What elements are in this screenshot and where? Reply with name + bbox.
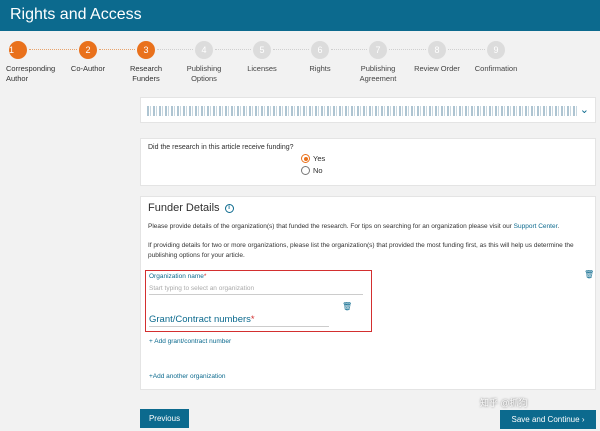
save-and-continue-button[interactable]: Save and Continue › [500,410,596,429]
step-number: 4 [195,41,213,59]
add-grant-link[interactable]: + Add grant/contract number [149,338,231,345]
support-center-link[interactable]: Support Center [514,223,558,230]
radio-no-label: No [313,166,323,175]
grant-numbers-input[interactable] [149,326,329,327]
organization-name-input[interactable] [149,282,363,295]
step-number: 8 [428,41,446,59]
radio-no[interactable]: No [301,166,323,175]
step-number: 3 [137,41,155,59]
step-number: 7 [369,41,387,59]
app-header: Rights and Access [0,0,600,31]
trash-icon-organization[interactable]: 🗑 [584,270,594,279]
multi-org-instructions: If providing details for two or more org… [148,242,574,259]
funding-question-card: Did the research in this article receive… [140,138,596,186]
radio-yes-label: Yes [313,154,326,163]
instructions-text: Please provide details of the organizati… [148,223,514,230]
step-number: 1 [9,41,27,59]
redacted-text [147,106,577,116]
grant-numbers-label-text: Grant/Contract numbers [149,314,251,325]
save-and-continue-label: Save and Continue [511,415,580,424]
progress-stepper: 1 Corresponding Author 2 Co-Author 3 Research… [0,31,600,93]
radio-yes-button[interactable] [301,154,310,163]
info-icon[interactable]: i [224,203,234,213]
trash-icon-grant[interactable]: 🗑 [342,302,352,311]
radio-yes[interactable]: Yes [301,154,325,163]
page-title: Rights and Access [10,6,142,23]
chevron-right-icon: › [581,415,585,424]
org-name-label: Organization name* [149,273,206,280]
org-name-label-text: Organization name [149,273,204,280]
instructions-end: . [557,223,560,230]
step-number: 5 [253,41,271,59]
chevron-down-icon[interactable]: ⌄ [580,103,589,116]
step-number: 6 [311,41,329,59]
required-mark-grant: * [250,314,255,325]
step-label: Confirmation [474,64,518,73]
blurred-article-card[interactable]: ⌄ [140,97,596,123]
step-9: 9 Confirmation [458,41,534,74]
funder-instructions: Please provide details of the organizati… [148,222,588,232]
add-organization-link[interactable]: +Add another organization [149,373,225,380]
highlighted-funder-entry: Organization name* Grant/Contract number… [145,270,372,332]
funder-details-title: Funder Details i [148,202,234,214]
previous-button[interactable]: Previous [140,409,189,428]
required-mark: * [203,273,207,280]
funding-question: Did the research in this article receive… [148,144,294,151]
grant-numbers-label: Grant/Contract numbers* [149,314,255,325]
radio-no-button[interactable] [301,166,310,175]
step-number: 9 [487,41,505,59]
step-number: 2 [79,41,97,59]
funder-details-heading: Funder Details [148,202,220,214]
funder-details-card: Funder Details i Please provide details … [140,196,596,390]
watermark: 知乎 @抓狗 [480,398,528,408]
